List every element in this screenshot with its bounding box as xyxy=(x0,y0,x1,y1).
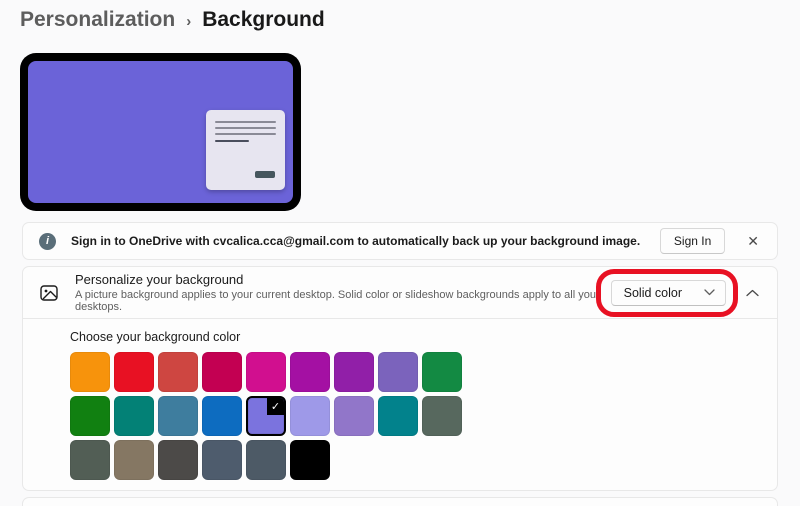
color-swatch[interactable] xyxy=(114,440,154,480)
preview-mock-window xyxy=(206,110,285,190)
desktop-preview-monitor xyxy=(20,53,301,211)
picture-icon xyxy=(39,283,59,303)
mock-text-line xyxy=(215,121,276,123)
breadcrumb: Personalization › Background xyxy=(20,8,325,32)
personalize-background-header: Personalize your background A picture ba… xyxy=(23,267,777,319)
dropdown-selected-value: Solid color xyxy=(624,286,682,300)
background-type-dropdown[interactable]: Solid color xyxy=(611,280,726,306)
mock-text-line xyxy=(215,140,249,142)
color-swatch[interactable] xyxy=(290,440,330,480)
color-grid: ✓ xyxy=(70,352,761,480)
banner-message: Sign in to OneDrive with cvcalica.cca@gm… xyxy=(71,234,660,248)
color-swatch[interactable] xyxy=(202,396,242,436)
mock-text-line xyxy=(215,133,276,135)
color-swatch[interactable] xyxy=(70,352,110,392)
personalize-text-block: Personalize your background A picture ba… xyxy=(75,272,603,313)
color-swatch[interactable] xyxy=(202,440,242,480)
color-swatch[interactable] xyxy=(334,352,374,392)
personalize-title: Personalize your background xyxy=(75,272,603,287)
color-swatch[interactable] xyxy=(158,352,198,392)
next-settings-card-partial[interactable] xyxy=(22,497,778,506)
color-swatch[interactable] xyxy=(378,396,418,436)
collapse-expander-button[interactable] xyxy=(744,283,761,302)
breadcrumb-parent[interactable]: Personalization xyxy=(20,8,175,32)
close-icon[interactable]: ✕ xyxy=(743,231,763,252)
color-swatch[interactable] xyxy=(378,352,418,392)
color-swatch[interactable] xyxy=(422,396,462,436)
swatch-row: ✓ xyxy=(70,396,761,436)
background-type-dropdown-wrap: Solid color xyxy=(611,280,726,306)
personalize-background-card: Personalize your background A picture ba… xyxy=(22,266,778,491)
chevron-up-icon xyxy=(746,289,759,297)
chevron-down-icon xyxy=(704,289,715,296)
color-swatch[interactable] xyxy=(290,396,330,436)
page-title: Background xyxy=(202,8,325,32)
choose-color-label: Choose your background color xyxy=(70,330,761,344)
color-swatch[interactable]: ✓ xyxy=(246,396,286,436)
mock-text-line xyxy=(215,127,276,129)
onedrive-signin-banner: i Sign in to OneDrive with cvcalica.cca@… xyxy=(22,222,778,260)
color-swatch[interactable] xyxy=(334,396,374,436)
color-swatch[interactable] xyxy=(114,352,154,392)
swatch-row xyxy=(70,352,761,392)
color-swatch[interactable] xyxy=(114,396,154,436)
color-swatch[interactable] xyxy=(158,396,198,436)
background-color-section: Choose your background color ✓ xyxy=(23,319,777,480)
color-swatch[interactable] xyxy=(202,352,242,392)
mock-window-button xyxy=(255,171,275,178)
color-swatch[interactable] xyxy=(70,396,110,436)
swatch-row xyxy=(70,440,761,480)
color-swatch[interactable] xyxy=(70,440,110,480)
color-swatch[interactable] xyxy=(290,352,330,392)
color-swatch[interactable] xyxy=(246,440,286,480)
color-swatch[interactable] xyxy=(246,352,286,392)
personalize-description: A picture background applies to your cur… xyxy=(75,289,603,313)
preview-screen xyxy=(28,61,293,203)
color-swatch[interactable] xyxy=(422,352,462,392)
selected-check-icon: ✓ xyxy=(267,398,284,415)
info-icon: i xyxy=(39,233,56,250)
sign-in-button[interactable]: Sign In xyxy=(660,228,725,254)
color-swatch[interactable] xyxy=(158,440,198,480)
breadcrumb-separator-icon: › xyxy=(186,13,191,30)
